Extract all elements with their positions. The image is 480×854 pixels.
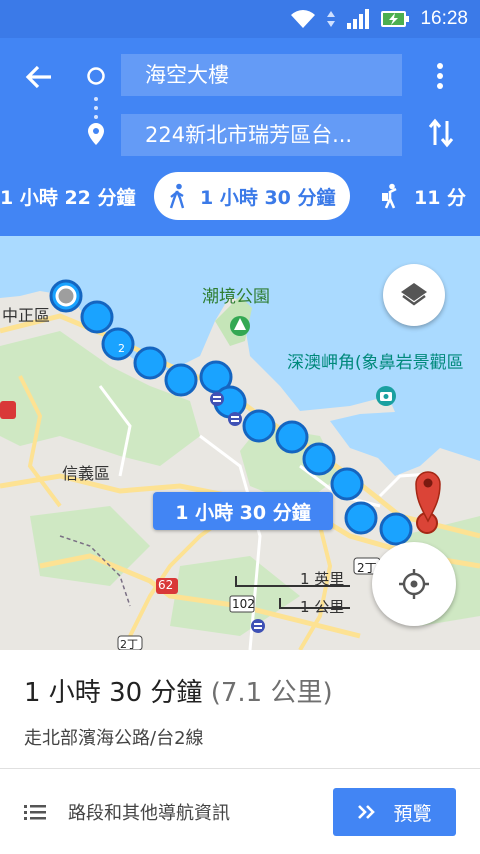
map-view[interactable]: 中正區 信義區 潮境公園 深澳岬角(象鼻岩景觀區 2 62 102 2丁 2丁 … [0, 236, 480, 650]
rail-station-icon [251, 619, 265, 633]
ride-hailing-icon [382, 183, 397, 209]
steps-button[interactable]: 路段和其他導航資訊 [24, 790, 230, 834]
tab-walking-label: 1 小時 30 分鐘 [200, 186, 336, 209]
layers-icon [401, 283, 427, 306]
rail-station-icon [210, 392, 224, 406]
origin-input[interactable]: 海空大樓 [121, 54, 402, 96]
scale-metric: 1 公里 [300, 598, 345, 616]
divider [0, 768, 480, 769]
map-shield-102: 102 [232, 597, 255, 611]
directions-header: 海空大樓 224新北市瑞芳區台... 1 小時 22 分鐘 1 小時 30 分鐘… [0, 38, 480, 236]
map-shield-2: 2 [118, 342, 125, 355]
map-shield-2d-b: 2丁 [120, 638, 138, 650]
park-marker[interactable] [230, 316, 250, 336]
wifi-icon [291, 10, 316, 28]
walking-icon [169, 183, 185, 209]
origin-circle-icon [87, 67, 105, 85]
back-arrow-icon[interactable] [24, 62, 54, 92]
rail-station-icon [228, 412, 242, 426]
route-dots-icon [94, 97, 98, 119]
route-duration: 1 小時 30 分鐘 [24, 678, 203, 708]
destination-input[interactable]: 224新北市瑞芳區台... [121, 114, 402, 156]
battery-charging-icon [381, 11, 410, 27]
signal-icon [347, 9, 370, 29]
route-duration-badge[interactable]: 1 小時 30 分鐘 [153, 492, 333, 530]
data-arrows-icon [327, 11, 336, 27]
crosshair-icon [399, 569, 429, 599]
preview-label: 預覽 [393, 802, 432, 825]
list-icon [24, 805, 46, 820]
map-label-cape: 深澳岬角(象鼻岩景觀區 [287, 353, 464, 373]
map-label-xinyi: 信義區 [62, 464, 111, 483]
origin-marker [55, 285, 77, 307]
steps-label: 路段和其他導航資訊 [68, 803, 230, 824]
tab-driving[interactable]: 1 小時 22 分鐘 [0, 172, 136, 220]
map-label-zhongzheng: 中正區 [2, 306, 51, 325]
destination-pin-icon [88, 123, 104, 145]
route-distance: (7.1 公里) [210, 678, 333, 708]
route-via: 走北部濱海公路/台2線 [24, 728, 204, 749]
swap-icon[interactable] [428, 118, 454, 148]
map-shield-62: 62 [158, 578, 174, 592]
route-summary[interactable]: 1 小時 30 分鐘 (7.1 公里) [24, 672, 333, 709]
double-chevron-icon [358, 805, 376, 819]
scale-imperial: 1 英里 [300, 570, 345, 588]
map-label-park: 潮境公園 [202, 287, 270, 307]
status-bar: 16:28 [0, 0, 480, 38]
route-summary-panel: 1 小時 30 分鐘 (7.1 公里) 走北部濱海公路/台2線 路段和其他導航資… [0, 650, 480, 854]
more-options-icon[interactable] [434, 62, 446, 90]
tab-driving-label: 1 小時 22 分鐘 [0, 186, 136, 209]
travel-mode-tabs: 1 小時 22 分鐘 1 小時 30 分鐘 11 分 [0, 172, 480, 224]
status-time: 16:28 [420, 8, 468, 29]
tab-ride-hailing[interactable]: 11 分 [380, 172, 466, 220]
my-location-button[interactable] [372, 542, 456, 626]
viewpoint-marker[interactable] [376, 386, 396, 406]
layers-button[interactable] [383, 264, 445, 326]
tab-ride-hailing-label: 11 分 [414, 186, 467, 209]
tab-walking[interactable]: 1 小時 30 分鐘 [154, 172, 350, 220]
preview-button[interactable]: 預覽 [333, 788, 456, 836]
